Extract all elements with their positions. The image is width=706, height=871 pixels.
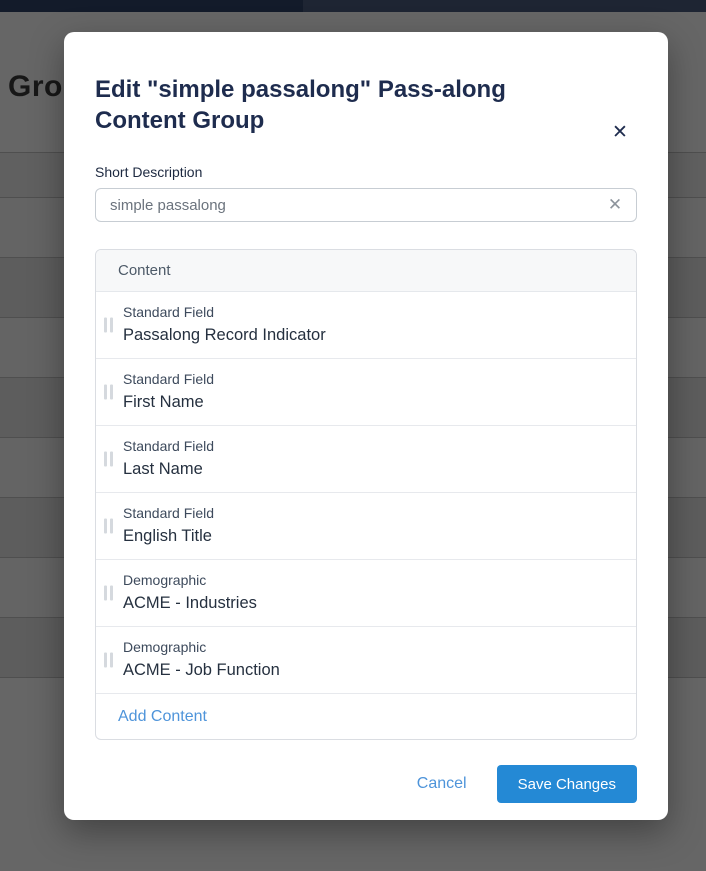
top-navigation-bar-right <box>303 0 706 12</box>
content-item-type: Standard Field <box>123 303 620 322</box>
content-list: Standard Field Passalong Record Indicato… <box>96 292 636 694</box>
drag-handle-icon[interactable] <box>104 586 113 601</box>
top-navigation-bar-left <box>0 0 303 12</box>
cancel-button[interactable]: Cancel <box>417 775 467 793</box>
dialog-title: Edit "simple passalong" Pass-along Conte… <box>95 32 575 136</box>
content-item-text: Standard Field Passalong Record Indicato… <box>123 303 620 347</box>
close-icon[interactable]: ✕ <box>606 118 634 146</box>
content-item-name: ACME - Job Function <box>123 659 620 682</box>
content-list-item[interactable]: Standard Field Last Name <box>96 426 636 493</box>
clear-input-icon[interactable]: ✕ <box>603 193 627 217</box>
edit-content-group-dialog: ✕ Edit "simple passalong" Pass-along Con… <box>64 32 668 820</box>
content-item-text: Standard Field Last Name <box>123 437 620 481</box>
top-navigation-bar <box>0 0 706 12</box>
short-description-input[interactable] <box>95 188 637 222</box>
short-description-input-wrap: ✕ <box>95 188 637 222</box>
dialog-footer: Cancel Save Changes <box>95 765 637 803</box>
drag-handle-icon[interactable] <box>104 452 113 467</box>
content-item-type: Demographic <box>123 571 620 590</box>
content-list-item[interactable]: Standard Field English Title <box>96 493 636 560</box>
add-content-row: Add Content <box>96 694 636 739</box>
content-item-type: Demographic <box>123 638 620 657</box>
content-item-type: Standard Field <box>123 504 620 523</box>
content-list-item[interactable]: Demographic ACME - Industries <box>96 560 636 627</box>
content-list-item[interactable]: Standard Field Passalong Record Indicato… <box>96 292 636 359</box>
content-item-text: Standard Field English Title <box>123 504 620 548</box>
content-item-name: English Title <box>123 525 620 548</box>
content-item-name: ACME - Industries <box>123 592 620 615</box>
drag-handle-icon[interactable] <box>104 519 113 534</box>
drag-handle-icon[interactable] <box>104 318 113 333</box>
drag-handle-icon[interactable] <box>104 385 113 400</box>
save-changes-button[interactable]: Save Changes <box>497 765 637 803</box>
content-item-type: Standard Field <box>123 370 620 389</box>
content-list-item[interactable]: Demographic ACME - Job Function <box>96 627 636 694</box>
content-item-text: Demographic ACME - Industries <box>123 571 620 615</box>
content-panel-header: Content <box>96 250 636 292</box>
content-item-type: Standard Field <box>123 437 620 456</box>
content-item-name: First Name <box>123 391 620 414</box>
content-item-text: Standard Field First Name <box>123 370 620 414</box>
content-panel: Content Standard Field Passalong Record … <box>95 249 637 740</box>
drag-handle-icon[interactable] <box>104 653 113 668</box>
content-list-item[interactable]: Standard Field First Name <box>96 359 636 426</box>
content-item-text: Demographic ACME - Job Function <box>123 638 620 682</box>
short-description-label: Short Description <box>95 164 637 180</box>
content-item-name: Passalong Record Indicator <box>123 324 620 347</box>
content-item-name: Last Name <box>123 458 620 481</box>
add-content-button[interactable]: Add Content <box>118 708 207 726</box>
